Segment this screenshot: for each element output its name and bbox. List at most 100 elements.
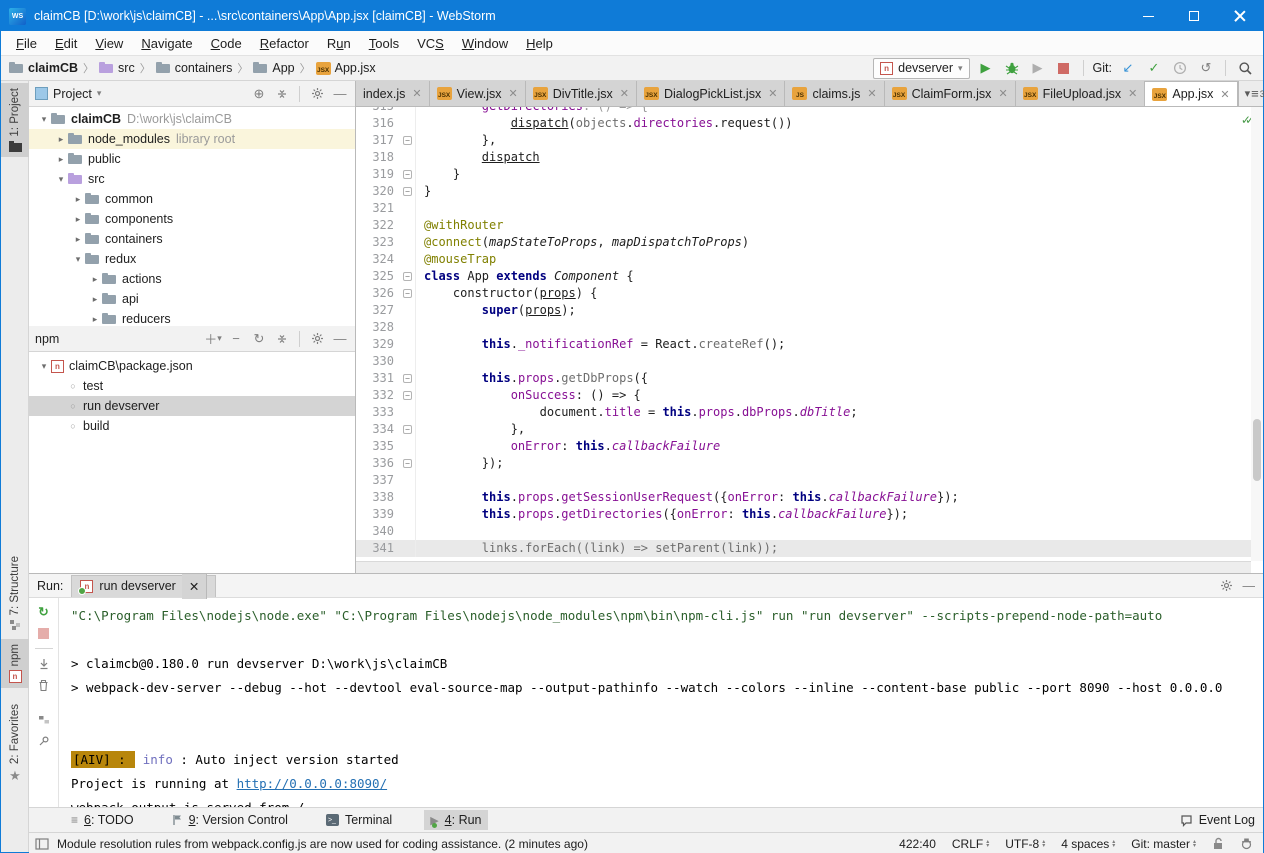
menu-view[interactable]: View xyxy=(86,33,132,54)
tree-arrow-icon[interactable]: ▾ xyxy=(37,361,51,372)
editor-line-321[interactable]: 321 xyxy=(356,200,1251,217)
fold-marker-icon[interactable]: − xyxy=(400,183,416,200)
stop-button[interactable] xyxy=(38,628,49,639)
editor-tab-view.jsx[interactable]: JSXView.jsx✕ xyxy=(430,81,526,106)
toolwindow-button-9-version-control[interactable]: 9: Version Control xyxy=(166,810,294,830)
tree-item-src[interactable]: ▾src xyxy=(29,169,355,189)
close-button[interactable] xyxy=(1217,1,1263,31)
restore-layout-button[interactable] xyxy=(38,714,50,726)
menu-code[interactable]: Code xyxy=(202,33,251,54)
editor-line-328[interactable]: 328 xyxy=(356,319,1251,336)
tree-item-api[interactable]: ▸api xyxy=(29,289,355,309)
clear-console-button[interactable] xyxy=(38,679,49,692)
console-link[interactable]: http://0.0.0.0:8090/ xyxy=(237,776,388,791)
close-icon[interactable]: ✕ xyxy=(618,87,629,100)
close-icon[interactable]: ✕ xyxy=(410,87,421,100)
stop-button[interactable] xyxy=(1054,58,1074,78)
tree-arrow-icon[interactable]: ▾ xyxy=(37,114,51,125)
editor-line-336[interactable]: 336− }); xyxy=(356,455,1251,472)
editor-line-337[interactable]: 337 xyxy=(356,472,1251,489)
npm-item-run-devserver[interactable]: ○run devserver xyxy=(29,396,355,416)
caret-position[interactable]: 422:40 xyxy=(899,837,936,851)
editor-tab-app.jsx[interactable]: JSXApp.jsx✕ xyxy=(1145,81,1237,106)
editor-line-322[interactable]: 322@withRouter xyxy=(356,217,1251,234)
locate-file-button[interactable]: ⊕ xyxy=(250,85,268,103)
editor-line-340[interactable]: 340 xyxy=(356,523,1251,540)
close-icon[interactable]: ✕ xyxy=(766,87,777,100)
editor-line-326[interactable]: 326− constructor(props) { xyxy=(356,285,1251,302)
run-button[interactable]: ▶ xyxy=(976,58,996,78)
menu-run[interactable]: Run xyxy=(318,33,360,54)
toolwindow-button-1-project[interactable]: 1: Project xyxy=(1,83,29,157)
fold-marker-icon[interactable]: − xyxy=(400,370,416,387)
close-icon[interactable]: ✕ xyxy=(996,87,1007,100)
show-history-button[interactable] xyxy=(1170,58,1190,78)
editor-tab-fileupload.jsx[interactable]: JSXFileUpload.jsx✕ xyxy=(1016,81,1146,106)
fold-marker-icon[interactable]: − xyxy=(400,421,416,438)
tree-arrow-icon[interactable]: ▸ xyxy=(88,274,102,285)
editor-line-316[interactable]: 316 dispatch(objects.directories.request… xyxy=(356,115,1251,132)
toolwindow-button-npm[interactable]: npmn xyxy=(1,639,29,688)
menu-tools[interactable]: Tools xyxy=(360,33,408,54)
run-configuration-select[interactable]: n devserver ▾ xyxy=(873,58,969,79)
editor-scrollbar[interactable] xyxy=(1251,107,1263,561)
search-everywhere-button[interactable] xyxy=(1235,58,1255,78)
editor-line-329[interactable]: 329 this._notificationRef = React.create… xyxy=(356,336,1251,353)
breadcrumb-item[interactable]: src xyxy=(99,61,135,75)
tree-arrow-icon[interactable]: ▸ xyxy=(71,234,85,245)
gear-icon[interactable] xyxy=(1220,579,1233,593)
run-with-coverage-button[interactable]: ▶ xyxy=(1028,58,1048,78)
npm-item-claimcb-package-json[interactable]: ▾nclaimCB\package.json xyxy=(29,356,355,376)
fold-marker-icon[interactable]: − xyxy=(400,285,416,302)
lock-icon[interactable] xyxy=(1212,837,1224,850)
menu-vcs[interactable]: VCS xyxy=(408,33,453,54)
code-editor[interactable]: 315 getDirectories: () => {316 dispatch(… xyxy=(356,107,1251,561)
toolwindow-button-2-favorites[interactable]: 2: Favorites★ xyxy=(1,699,29,789)
toolwindow-button-7-structure[interactable]: 7: Structure xyxy=(1,551,29,636)
status-message[interactable]: Module resolution rules from webpack.con… xyxy=(57,837,588,851)
breadcrumb-item[interactable]: claimCB xyxy=(9,61,78,75)
editor-line-315[interactable]: 315 getDirectories: () => { xyxy=(356,107,1251,115)
editor-line-332[interactable]: 332− onSuccess: () => { xyxy=(356,387,1251,404)
npm-item-test[interactable]: ○test xyxy=(29,376,355,396)
toolwindow-button-4-run[interactable]: ▶4: Run xyxy=(424,810,487,830)
menu-help[interactable]: Help xyxy=(517,33,562,54)
rerun-button[interactable]: ↻ xyxy=(38,604,48,619)
project-panel-title[interactable]: Project ▾ xyxy=(35,87,245,101)
tree-item-claimcb[interactable]: ▾claimCBD:\work\js\claimCB xyxy=(29,109,355,129)
toolwindow-button-terminal[interactable]: >_Terminal xyxy=(320,810,398,830)
editor-line-319[interactable]: 319− } xyxy=(356,166,1251,183)
tree-arrow-icon[interactable]: ▸ xyxy=(71,214,85,225)
menu-navigate[interactable]: Navigate xyxy=(132,33,201,54)
editor-line-327[interactable]: 327 super(props); xyxy=(356,302,1251,319)
close-icon[interactable]: ✕ xyxy=(1218,88,1229,101)
fold-marker-icon[interactable]: − xyxy=(400,387,416,404)
editor-tab-divtitle.jsx[interactable]: JSXDivTitle.jsx✕ xyxy=(526,81,637,106)
npm-item-build[interactable]: ○build xyxy=(29,416,355,436)
close-icon[interactable]: ✕ xyxy=(507,87,518,100)
tree-item-public[interactable]: ▸public xyxy=(29,149,355,169)
editor-line-331[interactable]: 331− this.props.getDbProps({ xyxy=(356,370,1251,387)
tree-arrow-icon[interactable]: ▸ xyxy=(88,294,102,305)
tree-item-components[interactable]: ▸components xyxy=(29,209,355,229)
hidden-tabs-button[interactable]: ▾≡3 xyxy=(1238,81,1264,106)
gear-icon[interactable] xyxy=(308,330,326,348)
git-branch-select[interactable]: Git: master▴▾ xyxy=(1131,837,1196,851)
hide-panel-button[interactable]: — xyxy=(331,330,349,348)
tree-item-containers[interactable]: ▸containers xyxy=(29,229,355,249)
inspection-profile-icon[interactable] xyxy=(1240,837,1253,850)
collapse-all-button[interactable] xyxy=(273,330,291,348)
hide-panel-button[interactable]: — xyxy=(1243,579,1256,593)
tree-arrow-icon[interactable]: ▸ xyxy=(54,134,68,145)
tree-arrow-icon[interactable]: ▸ xyxy=(54,154,68,165)
tree-item-actions[interactable]: ▸actions xyxy=(29,269,355,289)
close-icon[interactable]: ✕ xyxy=(182,574,207,599)
menu-refactor[interactable]: Refactor xyxy=(251,33,318,54)
editor-line-334[interactable]: 334− }, xyxy=(356,421,1251,438)
line-ending-select[interactable]: CRLF▴▾ xyxy=(952,837,989,851)
encoding-select[interactable]: UTF-8▴▾ xyxy=(1005,837,1045,851)
editor-line-317[interactable]: 317− }, xyxy=(356,132,1251,149)
collapse-all-button[interactable] xyxy=(273,85,291,103)
editor-line-320[interactable]: 320−} xyxy=(356,183,1251,200)
editor-line-323[interactable]: 323@connect(mapStateToProps, mapDispatch… xyxy=(356,234,1251,251)
